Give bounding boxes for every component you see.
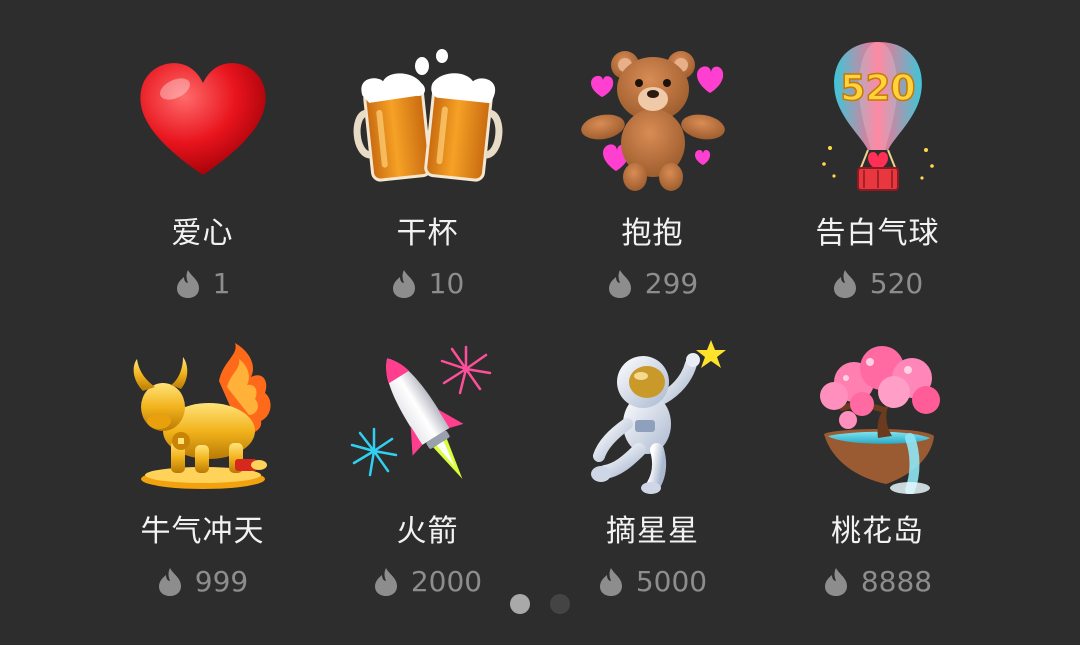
flame-icon (599, 568, 622, 596)
gift-price-value: 1 (212, 267, 231, 300)
flame-icon (608, 270, 631, 298)
teddy-bear-icon (573, 38, 733, 198)
gift-price-value: 520 (869, 267, 924, 300)
flame-icon (158, 568, 181, 596)
gift-name: 爱心 (171, 216, 234, 251)
beer-mugs-icon (348, 38, 508, 198)
heart-icon (123, 38, 283, 198)
flame-icon (374, 568, 397, 596)
balloon-label: 520 (840, 68, 915, 109)
gift-item-hug[interactable]: 抱抱 299 (540, 30, 765, 328)
gift-name: 摘星星 (606, 514, 699, 549)
gift-panel: 爱心 1 干杯 10 抱抱 299 520 告白气球 520 牛气冲天 999 … (0, 0, 1080, 645)
flame-icon (176, 270, 199, 298)
gift-name: 火箭 (396, 514, 459, 549)
rocket-icon (348, 336, 508, 496)
gift-name: 抱抱 (621, 216, 684, 251)
flame-icon (392, 270, 415, 298)
gift-item-golden-ox[interactable]: 牛气冲天 999 (90, 328, 315, 626)
gift-name: 牛气冲天 (140, 514, 265, 549)
gift-price-value: 299 (644, 267, 699, 300)
hot-air-balloon-icon: 520 (798, 38, 958, 198)
page-indicator (0, 594, 1080, 614)
gift-item-peach-island[interactable]: 桃花岛 8888 (765, 328, 990, 626)
gift-name: 桃花岛 (831, 514, 924, 549)
gift-price: 299 (607, 266, 698, 302)
gift-item-pick-star[interactable]: 摘星星 5000 (540, 328, 765, 626)
gift-price-value: 10 (428, 267, 465, 300)
golden-ox-icon (123, 336, 283, 496)
peach-blossom-island-icon (798, 336, 958, 496)
gift-item-cheers[interactable]: 干杯 10 (315, 30, 540, 328)
flame-icon (833, 270, 856, 298)
gift-grid: 爱心 1 干杯 10 抱抱 299 520 告白气球 520 牛气冲天 999 … (90, 30, 990, 626)
gift-name: 告白气球 (815, 216, 940, 251)
gift-item-rocket[interactable]: 火箭 2000 (315, 328, 540, 626)
page-dot-1[interactable] (510, 594, 530, 614)
page-dot-2[interactable] (550, 594, 570, 614)
astronaut-icon (573, 336, 733, 496)
gift-price: 10 (391, 266, 465, 302)
gift-name: 干杯 (396, 216, 459, 251)
gift-item-heart[interactable]: 爱心 1 (90, 30, 315, 328)
gift-item-balloon[interactable]: 520 告白气球 520 (765, 30, 990, 328)
gift-price: 1 (175, 266, 231, 302)
gift-price: 520 (832, 266, 923, 302)
flame-icon (824, 568, 847, 596)
